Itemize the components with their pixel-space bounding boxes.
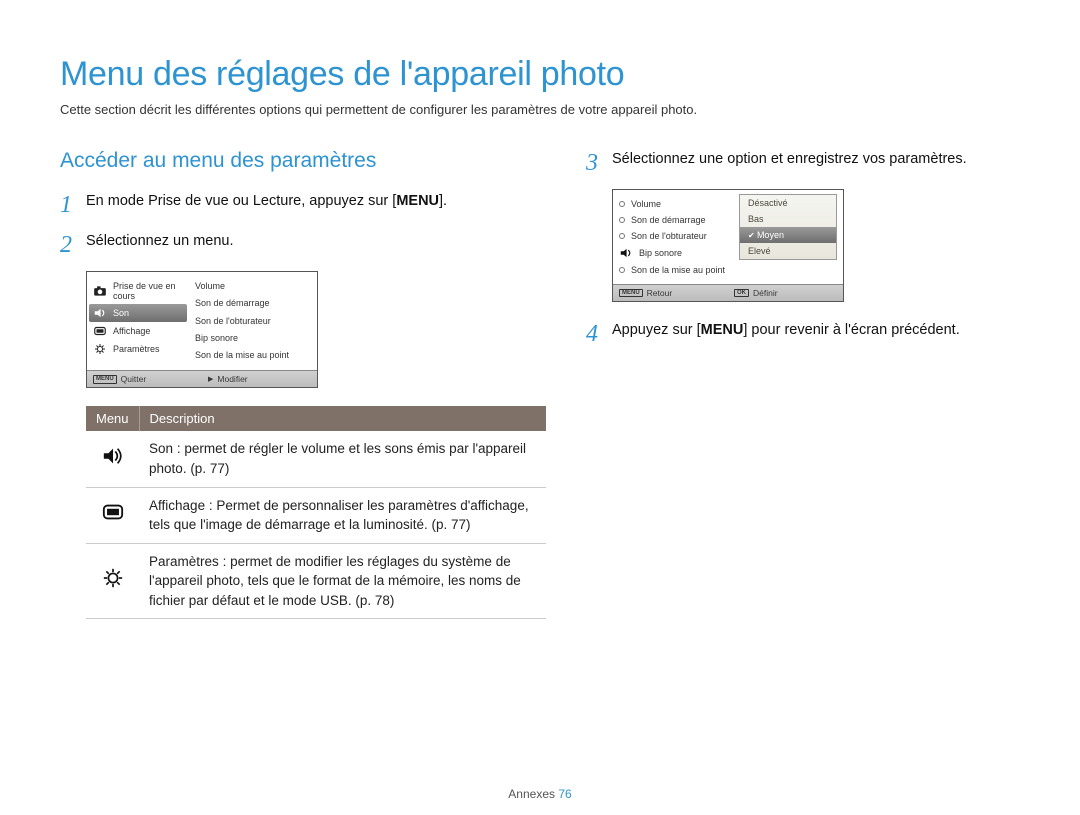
submenu-item: Son de démarrage [195, 295, 317, 312]
menu-item-label: Paramètres [113, 344, 160, 354]
step-text: Sélectionnez un menu. [86, 231, 234, 257]
intro-text: Cette section décrit les différentes opt… [60, 102, 1020, 117]
col-menu: Menu [86, 406, 139, 431]
submenu-item: Son de la mise au point [613, 262, 733, 278]
popup-option: Elevé [740, 243, 836, 259]
step4-post: ] pour revenir à l'écran précédent. [743, 322, 959, 338]
row-text: : Permet de personnaliser les paramètres… [149, 498, 529, 533]
page-number: 76 [558, 787, 571, 801]
bullet-icon [619, 267, 625, 273]
lcd1-left-menu: Prise de vue en cours Son Affichage Para… [87, 272, 189, 370]
menu-item-settings: Paramètres [87, 340, 189, 358]
row-title: Paramètres [149, 554, 219, 569]
triangle-icon: ▶ [208, 375, 213, 383]
item-label: Bip sonore [639, 248, 682, 258]
camera-icon [93, 285, 107, 297]
menu-badge: MENU [93, 375, 117, 384]
submenu-item: Bip sonore [195, 330, 317, 347]
menu-item-sound: Son [89, 304, 187, 322]
sound-icon [619, 247, 633, 259]
lcd2-left-list: Volume Son de démarrage Son de l'obturat… [613, 190, 733, 284]
menu-description-table: Menu Description Son : permet de régler … [86, 406, 546, 619]
row-title: Son [149, 441, 173, 456]
lcd2-footer: MENU Retour OK Définir [613, 284, 843, 301]
menu-key: MENU [396, 193, 439, 209]
menu-item-label: Son [113, 308, 129, 318]
step1-pre: En mode Prise de vue ou Lecture, appuyez… [86, 193, 396, 209]
table-row: Paramètres : permet de modifier les régl… [86, 543, 546, 619]
bullet-icon [619, 217, 625, 223]
bullet-icon [619, 201, 625, 207]
gear-icon [93, 343, 107, 355]
footer-label: Annexes [508, 787, 555, 801]
footer-action-modify: Modifier [217, 374, 247, 384]
page-title: Menu des réglages de l'appareil photo [60, 55, 1020, 94]
step-2: 2 Sélectionnez un menu. [60, 231, 546, 257]
footer-action-set: Définir [753, 288, 778, 298]
menu-key: MENU [701, 322, 744, 338]
submenu-item: Volume [195, 278, 317, 295]
bullet-icon [619, 233, 625, 239]
step4-pre: Appuyez sur [ [612, 322, 701, 338]
step-text: Appuyez sur [MENU] pour revenir à l'écra… [612, 320, 960, 346]
menu-item-display: Affichage [87, 322, 189, 340]
section-heading: Accéder au menu des paramètres [60, 149, 546, 173]
table-row: Affichage : Permet de personnaliser les … [86, 487, 546, 543]
col-description: Description [139, 406, 546, 431]
submenu-item: Bip sonore [613, 244, 733, 262]
camera-screen-2: Volume Son de démarrage Son de l'obturat… [612, 189, 844, 302]
gear-icon [102, 568, 124, 588]
popup-option: Désactivé [740, 195, 836, 211]
sound-icon [93, 307, 107, 319]
display-icon [102, 502, 124, 522]
lcd1-right-list: Volume Son de démarrage Son de l'obturat… [189, 272, 317, 370]
left-column: Accéder au menu des paramètres 1 En mode… [60, 149, 546, 619]
item-label: Son de l'obturateur [631, 231, 707, 241]
row-text: : permet de régler le volume et les sons… [149, 441, 526, 476]
menu-badge: MENU [619, 289, 643, 298]
ok-badge: OK [734, 289, 749, 298]
content-columns: Accéder au menu des paramètres 1 En mode… [60, 149, 1020, 619]
step-number: 1 [60, 191, 86, 217]
step-4: 4 Appuyez sur [MENU] pour revenir à l'éc… [586, 320, 1020, 346]
submenu-item: Son de l'obturateur [613, 228, 733, 244]
camera-screen-1: Prise de vue en cours Son Affichage Para… [86, 271, 318, 388]
footer-action-quit: Quitter [121, 374, 147, 384]
item-label: Volume [631, 199, 661, 209]
footer-action-back: Retour [647, 288, 673, 298]
display-icon [93, 325, 107, 337]
table-row: Son : permet de régler le volume et les … [86, 431, 546, 487]
right-column: 3 Sélectionnez une option et enregistrez… [586, 149, 1020, 619]
popup-option: Bas [740, 211, 836, 227]
item-label: Son de la mise au point [631, 265, 725, 275]
menu-item-label: Prise de vue en cours [113, 281, 183, 301]
submenu-item: Volume [613, 196, 733, 212]
step-1: 1 En mode Prise de vue ou Lecture, appuy… [60, 191, 546, 217]
page-footer: Annexes 76 [0, 787, 1080, 801]
row-title: Affichage [149, 498, 205, 513]
step-text: Sélectionnez une option et enregistrez v… [612, 149, 967, 175]
popup-option-selected: Moyen [740, 227, 836, 243]
step-text: En mode Prise de vue ou Lecture, appuyez… [86, 191, 447, 217]
step1-post: ]. [439, 193, 447, 209]
step-number: 4 [586, 320, 612, 346]
item-label: Son de démarrage [631, 215, 706, 225]
submenu-item: Son de la mise au point [195, 347, 317, 364]
menu-item-shooting: Prise de vue en cours [87, 278, 189, 304]
sound-icon [102, 446, 124, 466]
submenu-item: Son de l'obturateur [195, 313, 317, 330]
lcd1-footer: MENU Quitter ▶ Modifier [87, 370, 317, 387]
menu-item-label: Affichage [113, 326, 150, 336]
step-3: 3 Sélectionnez une option et enregistrez… [586, 149, 1020, 175]
submenu-item: Son de démarrage [613, 212, 733, 228]
options-popup: Désactivé Bas Moyen Elevé [739, 194, 837, 260]
step-number: 3 [586, 149, 612, 175]
step-number: 2 [60, 231, 86, 257]
